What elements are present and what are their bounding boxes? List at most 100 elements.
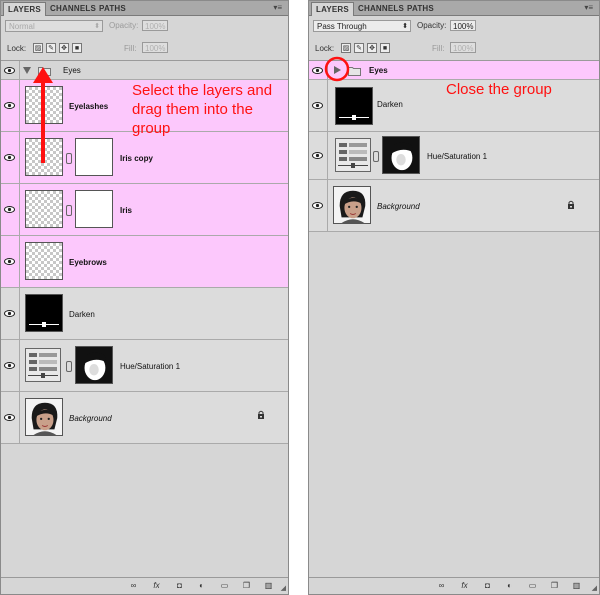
tab-layers[interactable]: LAYERS [311,2,354,16]
layer-group-row[interactable]: Eyes [309,61,599,80]
layer-name: Hue/Saturation 1 [120,362,181,371]
adjustment-icon [335,138,371,172]
blend-mode-select[interactable]: Pass Through ⬍ [313,20,411,32]
layer-options-bar: Normal ⬍ Opacity: 100% Lock: ▨ ✎ ✥ ■ Fill… [1,16,288,61]
eye-icon [4,310,15,317]
mask-icon[interactable]: ◘ [175,581,184,590]
layer-row[interactable]: Iris [1,184,288,236]
layer-thumbnail [25,398,63,436]
layer-name: Iris [120,206,133,215]
layer-row[interactable]: Hue/Saturation 1 [309,132,599,180]
blend-mode-select[interactable]: Normal ⬍ [5,20,103,32]
visibility-toggle[interactable] [1,61,20,79]
new-layer-icon[interactable]: ❐ [550,581,559,590]
layer-name: Darken [69,310,95,319]
layer-row[interactable]: Darken [1,288,288,340]
adjustment-icon [25,348,61,382]
link-icon[interactable] [66,205,72,216]
panel-menu-icon[interactable]: ▾≡ [273,3,282,12]
visibility-toggle[interactable] [309,180,328,231]
tab-paths[interactable]: PATHS [95,2,130,15]
lock-all-icon[interactable]: ■ [380,43,390,53]
fill-label: Fill: [124,44,137,53]
visibility-toggle[interactable] [1,340,20,391]
trash-icon[interactable]: ▥ [572,581,581,590]
visibility-toggle[interactable] [1,132,20,183]
new-group-icon[interactable]: ▭ [220,581,229,590]
lock-image-icon[interactable]: ✎ [46,43,56,53]
link-icon[interactable] [373,151,379,162]
visibility-toggle[interactable] [1,236,20,287]
resize-grip-icon[interactable]: ◢ [281,584,286,592]
eye-icon [4,258,15,265]
lock-label: Lock: [7,44,27,53]
eye-icon [4,414,15,421]
layer-thumbnail [333,186,371,224]
link-icon[interactable]: ∞ [437,581,446,590]
layer-thumbnail [25,190,63,228]
layer-row[interactable]: Eyebrows [1,236,288,288]
opacity-field[interactable]: 100% [450,20,476,31]
panel-menu-icon[interactable]: ▾≡ [584,3,593,12]
tab-channels[interactable]: CHANNELS [46,2,100,15]
layer-mask-thumbnail [75,190,113,228]
layer-name: Background [377,202,420,211]
group-name: Eyes [369,66,388,75]
annotation-text: Close the group [446,81,552,98]
lock-icon [258,410,264,419]
lock-icon [568,200,574,209]
fill-label: Fill: [432,44,445,53]
trash-icon[interactable]: ▥ [264,581,273,590]
chevron-down-icon: ⬍ [94,23,100,30]
new-group-icon[interactable]: ▭ [528,581,537,590]
blend-mode-value: Normal [9,22,35,31]
panel-tab-bar: LAYERS CHANNELS PATHS ▾≡ [1,1,288,16]
tab-layers[interactable]: LAYERS [3,2,46,16]
eye-icon [312,102,323,109]
lock-transparent-icon[interactable]: ▨ [33,43,43,53]
resize-grip-icon[interactable]: ◢ [592,584,597,592]
layer-mask-thumbnail [382,136,420,174]
group-expand-triangle-icon[interactable] [23,67,31,74]
lock-position-icon[interactable]: ✥ [367,43,377,53]
fx-icon[interactable]: fx [460,581,469,590]
layer-row[interactable]: Hue/Saturation 1 [1,340,288,392]
link-icon[interactable] [66,153,72,164]
fill-field[interactable]: 100% [450,42,476,53]
link-icon[interactable] [66,361,72,372]
new-layer-icon[interactable]: ❐ [242,581,251,590]
layer-name: Eyelashes [69,102,109,111]
layers-panel-before: LAYERS CHANNELS PATHS ▾≡ Normal ⬍ Opacity… [0,0,289,595]
eye-icon [312,67,323,74]
layer-name: Background [69,414,112,423]
link-icon[interactable]: ∞ [129,581,138,590]
layer-row[interactable]: Background [1,392,288,444]
visibility-toggle[interactable] [1,392,20,443]
adjustment-icon[interactable]: ◐ [197,581,206,590]
layer-name: Darken [377,100,403,109]
tab-paths[interactable]: PATHS [403,2,438,15]
lock-transparent-icon[interactable]: ▨ [341,43,351,53]
fx-icon[interactable]: fx [152,581,161,590]
visibility-toggle[interactable] [1,80,20,131]
eye-icon [312,202,323,209]
eye-icon [4,206,15,213]
layer-row[interactable]: Background [309,180,599,232]
drag-arrow-annotation [33,67,53,163]
lock-image-icon[interactable]: ✎ [354,43,364,53]
visibility-toggle[interactable] [309,80,328,131]
lock-all-icon[interactable]: ■ [72,43,82,53]
tab-channels[interactable]: CHANNELS [354,2,408,15]
opacity-field[interactable]: 100% [142,20,168,31]
eye-icon [312,152,323,159]
fill-field[interactable]: 100% [142,42,168,53]
lock-position-icon[interactable]: ✥ [59,43,69,53]
blend-mode-value: Pass Through [317,22,367,31]
layer-options-bar: Pass Through ⬍ Opacity: 100% Lock: ▨ ✎ ✥ … [309,16,599,61]
visibility-toggle[interactable] [1,184,20,235]
visibility-toggle[interactable] [309,132,328,179]
visibility-toggle[interactable] [1,288,20,339]
mask-icon[interactable]: ◘ [483,581,492,590]
adjustment-icon[interactable]: ◐ [505,581,514,590]
eye-icon [4,102,15,109]
